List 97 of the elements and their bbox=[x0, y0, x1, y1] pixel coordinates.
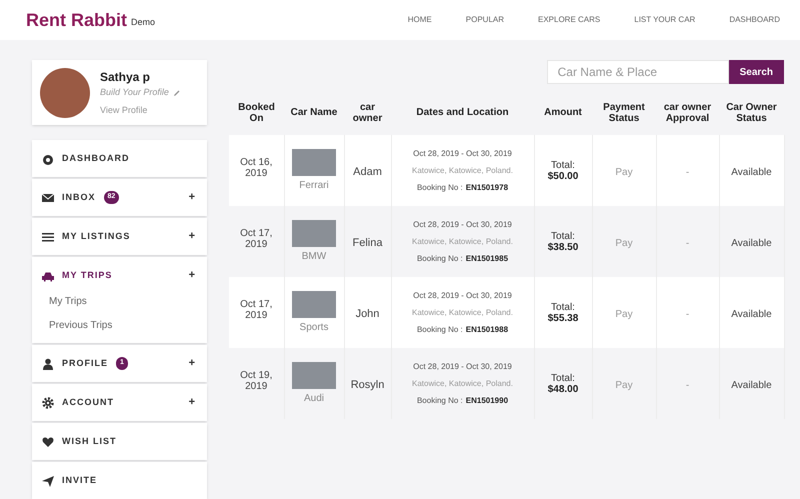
table-cell-text: Oct 17, 2019 bbox=[239, 228, 274, 250]
menu-item[interactable]: MY LISTINGS + bbox=[32, 218, 207, 255]
booking-number: EN1501988 bbox=[466, 324, 508, 336]
menu-item[interactable]: MY TRIPS + My Trips Previous Trips bbox=[32, 257, 207, 343]
car-name: Ferrari bbox=[299, 178, 329, 192]
menu-label: PROFILE bbox=[62, 356, 108, 370]
submenu-item[interactable]: My Trips bbox=[49, 294, 207, 309]
menu-item[interactable]: ACCOUNT + bbox=[32, 384, 207, 421]
photo-placeholder bbox=[292, 220, 336, 246]
nav-link[interactable]: DASHBOARD bbox=[729, 14, 780, 26]
menu-label: INBOX bbox=[62, 190, 96, 204]
car-name: Sports bbox=[300, 320, 328, 334]
menu-label: DASHBOARD bbox=[62, 152, 130, 165]
amount: $50.00 bbox=[548, 170, 578, 182]
table-cell: John bbox=[356, 308, 380, 320]
column-header: car owner bbox=[352, 102, 382, 124]
booking-number: EN1501990 bbox=[466, 394, 508, 406]
trip-dates: Oct 28, 2019 - Oct 30, 2019 bbox=[413, 360, 512, 372]
column-header: Dates and Location bbox=[416, 107, 509, 118]
nav-link[interactable]: POPULAR bbox=[466, 14, 504, 26]
booking-number: EN1501978 bbox=[466, 182, 508, 194]
table-cell-text: Oct 17, 2019 bbox=[239, 299, 274, 321]
trip-location: Katowice, Katowice, Poland. bbox=[412, 236, 513, 248]
menu-label: ACCOUNT bbox=[62, 396, 114, 409]
car-icon bbox=[42, 270, 54, 282]
trip-location: Katowice, Katowice, Poland. bbox=[412, 378, 513, 390]
trip-dates: Oct 28, 2019 - Oct 30, 2019 bbox=[413, 148, 512, 160]
menu-item[interactable]: INVITE bbox=[32, 462, 207, 499]
submenu-item[interactable]: Previous Trips bbox=[49, 318, 207, 333]
expand-toggle[interactable]: + bbox=[188, 394, 195, 411]
logo[interactable]: Rent Rabbit bbox=[26, 11, 127, 29]
table-cell: - bbox=[686, 166, 690, 178]
nav-link[interactable]: LIST YOUR CAR bbox=[634, 14, 696, 26]
total-label: Total: bbox=[551, 160, 575, 170]
pencil-icon[interactable] bbox=[172, 88, 181, 97]
table-cell: Available bbox=[731, 380, 772, 390]
menu-item[interactable]: DASHBOARD bbox=[32, 140, 207, 177]
table-cell: Available bbox=[731, 238, 772, 248]
amount: $55.38 bbox=[548, 312, 578, 324]
dashboard-icon bbox=[42, 152, 54, 164]
table-cell: - bbox=[686, 308, 690, 320]
mail-icon bbox=[42, 192, 54, 204]
nav-link[interactable]: HOME bbox=[408, 14, 432, 26]
table-cell: - bbox=[686, 380, 690, 390]
column-header: Payment Status bbox=[603, 102, 645, 124]
heart-icon bbox=[42, 436, 54, 448]
table-cell: Rosyln bbox=[350, 378, 384, 390]
menu-item[interactable]: WISH LIST bbox=[32, 423, 207, 460]
expand-toggle[interactable]: + bbox=[188, 267, 195, 284]
logo-tag: Demo bbox=[131, 16, 156, 29]
table-cell-text: Oct 19, 2019 bbox=[239, 370, 274, 392]
table-cell: Felina bbox=[352, 236, 382, 248]
total-label: Total: bbox=[551, 372, 575, 384]
photo-placeholder bbox=[292, 290, 336, 318]
amount: $48.00 bbox=[548, 384, 578, 394]
search-field[interactable]: Car Name & Place bbox=[546, 60, 729, 84]
table-cell: - bbox=[686, 238, 690, 248]
expand-toggle[interactable]: + bbox=[188, 228, 195, 245]
car-name: BMW bbox=[302, 250, 326, 264]
settings-icon bbox=[42, 396, 54, 408]
table-cell: Available bbox=[731, 308, 772, 320]
column-header: Car Name bbox=[290, 107, 338, 118]
booking-label: Booking No : bbox=[416, 182, 463, 194]
trip-dates: Oct 28, 2019 - Oct 30, 2019 bbox=[413, 218, 512, 230]
booking-number: EN1501985 bbox=[466, 252, 508, 264]
menu-label: MY LISTINGS bbox=[62, 230, 130, 243]
column-header: Amount bbox=[544, 107, 582, 118]
trip-dates: Oct 28, 2019 - Oct 30, 2019 bbox=[413, 290, 512, 302]
trip-location: Katowice, Katowice, Poland. bbox=[412, 164, 513, 176]
booking-label: Booking No : bbox=[416, 394, 463, 406]
nav-link[interactable]: EXPLORE CARS bbox=[538, 14, 600, 26]
table-cell: Adam bbox=[353, 166, 382, 178]
expand-toggle[interactable]: + bbox=[188, 355, 195, 372]
amount: $38.50 bbox=[548, 242, 578, 252]
list-icon bbox=[42, 230, 54, 242]
user-name: Sathya p bbox=[100, 69, 152, 86]
total-label: Total: bbox=[551, 230, 575, 242]
total-label: Total: bbox=[551, 302, 575, 312]
menu-label: WISH LIST bbox=[62, 434, 116, 448]
booking-label: Booking No : bbox=[416, 324, 463, 336]
column-header: car owner Approval bbox=[664, 102, 712, 124]
trip-location: Katowice, Katowice, Poland. bbox=[412, 306, 513, 318]
booking-label: Booking No : bbox=[416, 252, 463, 264]
expand-toggle[interactable]: + bbox=[188, 189, 195, 206]
car-name: Audi bbox=[304, 392, 324, 406]
send-icon bbox=[42, 474, 54, 486]
photo-placeholder bbox=[292, 148, 336, 176]
search-button[interactable]: Search bbox=[728, 60, 784, 84]
photo-placeholder bbox=[292, 362, 336, 388]
user-icon bbox=[42, 358, 54, 370]
column-header: Booked On bbox=[238, 102, 275, 124]
avatar bbox=[40, 68, 90, 118]
menu-label: MY TRIPS bbox=[62, 268, 112, 282]
menu-label: INVITE bbox=[62, 474, 98, 487]
table-cell-text: Oct 16, 2019 bbox=[239, 157, 274, 179]
table-cell: Available bbox=[731, 166, 772, 178]
column-header: Car Owner Status bbox=[726, 102, 777, 124]
